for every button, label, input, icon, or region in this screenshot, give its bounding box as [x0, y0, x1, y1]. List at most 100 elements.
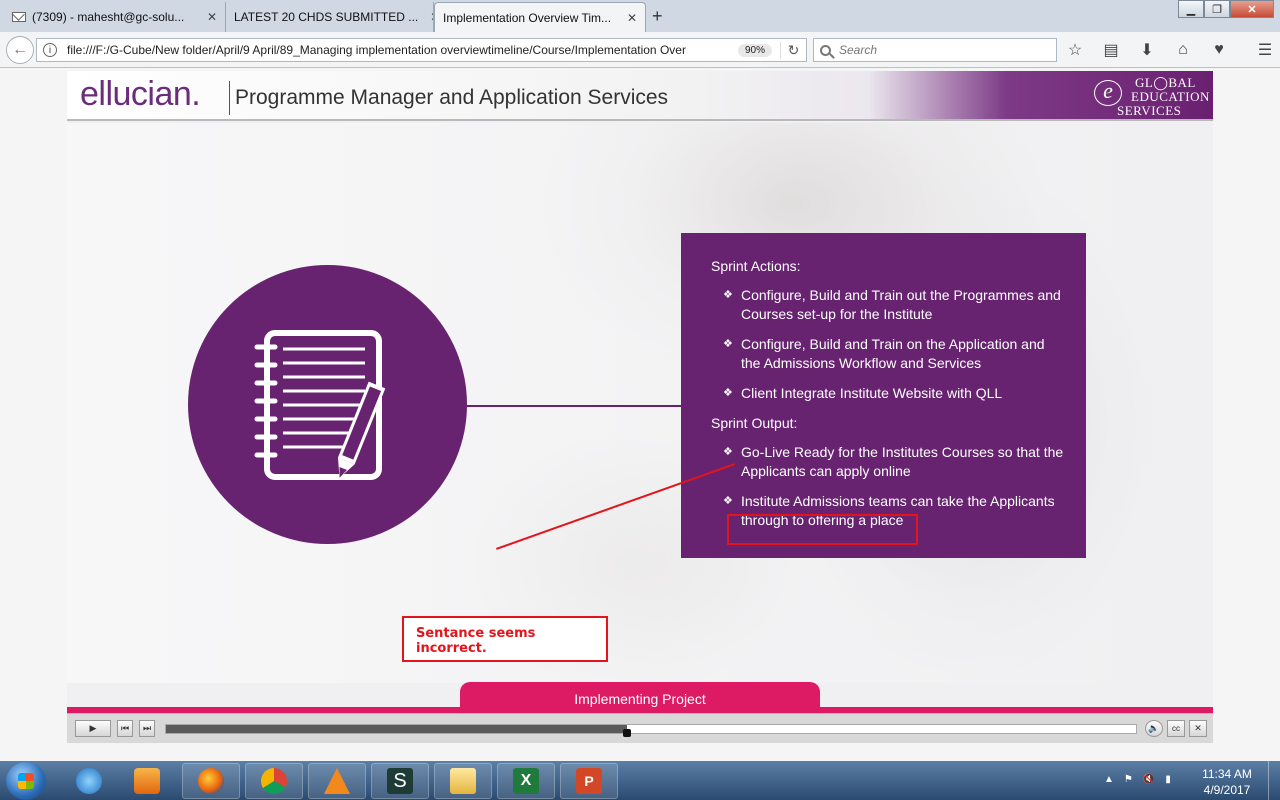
forward-button[interactable]: ⏭	[139, 720, 155, 737]
play-icon: ▶	[89, 723, 97, 733]
close-player-button[interactable]: ✕	[1189, 720, 1207, 737]
logo-line: SERVICES	[1117, 103, 1182, 118]
tab-implementation[interactable]: Implementation Overview Tim... ✕	[434, 2, 646, 32]
home-icon[interactable]: ⌂	[1172, 40, 1194, 60]
window-controls: ▁ ❐ ✕	[1178, 0, 1274, 18]
ellucian-logo: ellucian.	[80, 75, 201, 113]
pocket-icon[interactable]: ♥	[1208, 40, 1230, 60]
excel-icon[interactable]: X	[497, 763, 555, 799]
rewind-button[interactable]: ⏮	[117, 720, 133, 737]
url-bar[interactable]: i file:///F:/G-Cube/New folder/April/9 A…	[36, 38, 807, 62]
close-icon: ✕	[1194, 723, 1202, 733]
show-desktop-button[interactable]	[1268, 761, 1280, 800]
bullet-text: Go-Live Ready for the Institutes Courses…	[741, 444, 1064, 479]
captions-button[interactable]: cc	[1167, 720, 1185, 737]
back-button[interactable]: ←	[6, 36, 34, 64]
menu-icon[interactable]: ☰	[1254, 40, 1276, 60]
search-input[interactable]: Search	[813, 38, 1057, 62]
page-viewport: ellucian. Programme Manager and Applicat…	[0, 68, 1280, 761]
reload-icon[interactable]: ↻	[780, 41, 806, 59]
bullet-text: Client Integrate Institute Website with …	[741, 385, 1003, 401]
browser-nav-bar: ← i file:///F:/G-Cube/New folder/April/9…	[0, 32, 1280, 68]
annotation-text: Sentance seems incorrect.	[416, 626, 536, 656]
close-icon[interactable]: ✕	[621, 11, 637, 25]
bookmark-star-icon[interactable]: ☆	[1064, 40, 1086, 60]
page-title: Programme Manager and Application Servic…	[235, 86, 669, 109]
list-item: ❖ Client Integrate Institute Website wit…	[723, 384, 1066, 403]
diamond-bullet-icon: ❖	[723, 387, 733, 399]
start-button[interactable]	[6, 762, 46, 800]
browser-tab-bar: (7309) - mahesht@gc-solu... ✕ LATEST 20 …	[0, 0, 1280, 32]
tab-label: (7309) - mahesht@gc-solu...	[32, 10, 185, 24]
system-tray: ▲ ⚑ 🔇 ▮ 11:34 AM 4/9/2017	[1100, 761, 1280, 800]
download-icon[interactable]: ⬇	[1136, 40, 1158, 60]
file-explorer-icon[interactable]	[434, 763, 492, 799]
list-item: ❖ Configure, Build and Train out the Pro…	[723, 286, 1066, 324]
global-education-services-logo: e GL◯BAL EDUCATION SERVICES	[1089, 74, 1209, 118]
skip-forward-icon: ⏭	[142, 723, 152, 733]
minimize-button[interactable]: ▁	[1178, 0, 1204, 18]
close-icon[interactable]: ✕	[424, 10, 433, 24]
diamond-bullet-icon: ❖	[723, 338, 733, 350]
logo-line: EDUCATION	[1131, 89, 1210, 104]
url-text[interactable]: file:///F:/G-Cube/New folder/April/9 Apr…	[67, 43, 730, 57]
tab-label: LATEST 20 CHDS SUBMITTED ...	[234, 10, 419, 24]
powerpoint-icon[interactable]: P	[560, 763, 618, 799]
progress-bar[interactable]	[165, 724, 1137, 737]
network-signal-icon[interactable]: ▮	[1165, 774, 1171, 785]
new-tab-button[interactable]: +	[652, 6, 663, 27]
internet-explorer-icon[interactable]	[60, 763, 118, 799]
maximize-button[interactable]: ❐	[1204, 0, 1230, 18]
sprint-info-box: Sprint Actions: ❖ Configure, Build and T…	[681, 233, 1086, 558]
mail-icon	[12, 12, 26, 22]
reading-list-icon[interactable]: ▤	[1100, 40, 1122, 60]
logo-line: GL◯BAL	[1135, 75, 1196, 90]
search-placeholder: Search	[839, 43, 878, 57]
course-player: ellucian. Programme Manager and Applicat…	[67, 71, 1213, 743]
clock-time: 11:34 AM	[1202, 767, 1252, 781]
player-controls: ▶ ⏮ ⏭ 🔈 cc ✕	[67, 713, 1213, 743]
sprint-output-heading: Sprint Output:	[711, 415, 798, 431]
windows-taskbar: S X P ▲ ⚑ 🔇 ▮ 11:34 AM 4/9/2017	[0, 761, 1280, 800]
volume-muted-icon[interactable]: 🔇	[1143, 774, 1155, 785]
tab-mail[interactable]: (7309) - mahesht@gc-solu... ✕	[4, 2, 226, 32]
media-player-icon[interactable]	[118, 763, 176, 799]
action-center-icon[interactable]: ⚑	[1124, 774, 1133, 785]
header-divider	[229, 81, 230, 115]
sound-app-icon[interactable]: S	[371, 763, 429, 799]
sprint-actions-heading: Sprint Actions:	[711, 258, 801, 274]
annotation-comment-box: Sentance seems incorrect.	[402, 616, 608, 662]
list-item: ❖ Configure, Build and Train on the Appl…	[723, 335, 1066, 373]
volume-button[interactable]: 🔈	[1145, 720, 1163, 737]
system-clock[interactable]: 11:34 AM 4/9/2017	[1196, 766, 1258, 798]
play-button[interactable]: ▶	[75, 720, 111, 737]
vlc-icon[interactable]	[308, 763, 366, 799]
chrome-icon[interactable]	[245, 763, 303, 799]
notepad-icon	[254, 330, 386, 480]
bullet-text: Configure, Build and Train on the Applic…	[741, 336, 1045, 371]
annotation-highlight-box	[727, 514, 918, 545]
tab-chds[interactable]: LATEST 20 CHDS SUBMITTED ... ✕	[226, 2, 434, 32]
connector-line	[467, 405, 681, 407]
info-icon[interactable]: i	[43, 43, 57, 57]
progress-knob[interactable]	[622, 729, 631, 737]
zoom-indicator[interactable]: 90%	[737, 43, 772, 57]
firefox-icon[interactable]	[182, 763, 240, 799]
course-header: ellucian. Programme Manager and Applicat…	[67, 71, 1213, 121]
close-window-button[interactable]: ✕	[1230, 0, 1274, 18]
list-item: ❖ Go-Live Ready for the Institutes Cours…	[723, 443, 1066, 481]
cc-icon: cc	[1172, 724, 1180, 733]
show-hidden-icons-icon[interactable]: ▲	[1104, 774, 1114, 785]
skip-back-icon: ⏮	[120, 723, 130, 733]
tab-label: Implementation Overview Tim...	[443, 10, 612, 25]
arrow-left-icon: ←	[12, 41, 28, 58]
clock-date: 4/9/2017	[1203, 783, 1251, 797]
diamond-bullet-icon: ❖	[723, 289, 733, 301]
diamond-bullet-icon: ❖	[723, 446, 733, 458]
bullet-text: Configure, Build and Train out the Progr…	[741, 287, 1061, 322]
search-icon	[820, 44, 831, 56]
speaker-icon: 🔈	[1148, 723, 1160, 733]
progress-fill	[166, 725, 627, 733]
close-icon[interactable]: ✕	[201, 10, 217, 24]
toolbar-icons: ☆ ▤ ⬇ ⌂ ♥ ☰	[1064, 40, 1276, 60]
